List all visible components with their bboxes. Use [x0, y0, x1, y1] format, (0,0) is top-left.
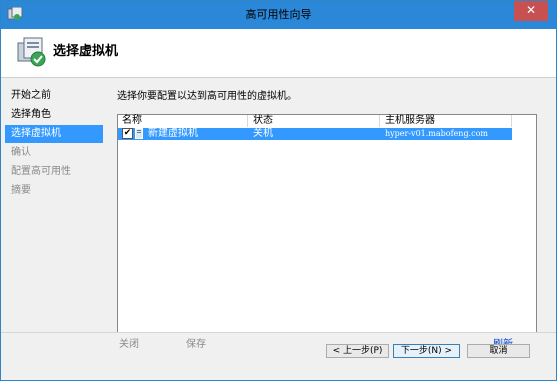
- column-header-status[interactable]: 状态: [249, 115, 380, 127]
- vm-icon: [135, 128, 143, 139]
- main-content: 选择你要配置以达到高可用性的虚拟机。 名称 状态 主机服务器 ✔ 新建虚拟机 关…: [105, 78, 556, 380]
- back-button[interactable]: < 上一步(P): [326, 344, 389, 358]
- close-button[interactable]: ✕: [514, 1, 548, 21]
- nav-item-summary: 摘要: [11, 185, 31, 196]
- list-header: 名称 状态 主机服务器: [118, 115, 536, 127]
- column-header-name[interactable]: 名称: [118, 115, 248, 127]
- next-button[interactable]: 下一步(N) >: [393, 344, 460, 358]
- nav-item-select-vm[interactable]: 选择虚拟机: [5, 125, 103, 143]
- page-header: 选择虚拟机: [1, 29, 556, 78]
- server-cluster-icon: [17, 37, 46, 67]
- instruction-text: 选择你要配置以达到高可用性的虚拟机。: [117, 91, 297, 102]
- nav-item-before-you-begin[interactable]: 开始之前: [5, 87, 103, 105]
- footer-divider: [1, 332, 556, 333]
- window-title: 高可用性向导: [245, 8, 312, 21]
- vm-host: hyper-v01.mabofeng.com: [385, 129, 488, 138]
- page-title: 选择虚拟机: [53, 44, 119, 59]
- vm-name: 新建虚拟机: [148, 128, 198, 139]
- wizard-window: 高可用性向导 ✕ 选择虚拟机 开始之前 选择角色 选择虚拟机 确认 配置高可用性…: [0, 0, 557, 381]
- vm-list[interactable]: 名称 状态 主机服务器 ✔ 新建虚拟机 关机 hyper-v01.mabofen…: [117, 114, 537, 333]
- title-bar: 高可用性向导 ✕: [1, 1, 556, 29]
- vm-checkbox[interactable]: ✔: [122, 128, 133, 139]
- nav-item-confirm: 确认: [11, 147, 31, 158]
- nav-item-configure-ha: 配置高可用性: [11, 166, 71, 177]
- vm-status: 关机: [253, 128, 273, 139]
- nav-item-select-role[interactable]: 选择角色: [5, 106, 103, 124]
- save-action: 保存: [186, 339, 206, 350]
- column-header-host[interactable]: 主机服务器: [381, 115, 512, 127]
- table-row[interactable]: ✔ 新建虚拟机 关机 hyper-v01.mabofeng.com: [118, 128, 512, 140]
- wizard-steps-nav: 开始之前 选择角色 选择虚拟机 确认 配置高可用性 摘要: [1, 78, 103, 378]
- cancel-button[interactable]: 取消: [467, 344, 530, 358]
- close-action: 关闭: [119, 339, 139, 350]
